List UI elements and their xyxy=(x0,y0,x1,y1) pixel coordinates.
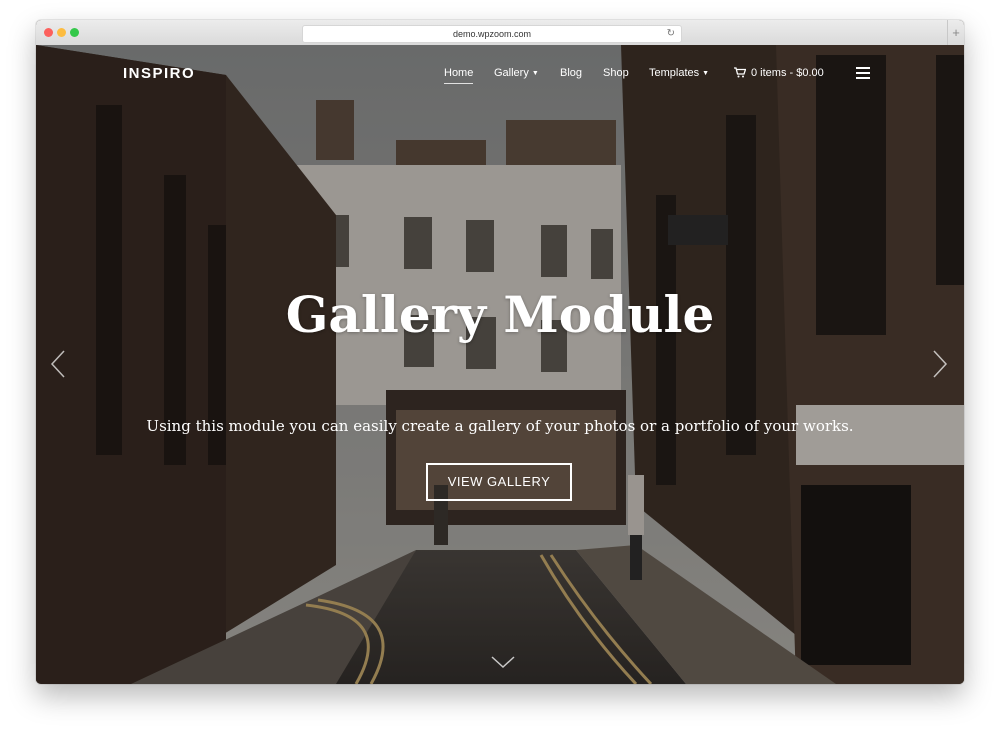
new-tab-button[interactable]: + xyxy=(947,20,964,45)
minimize-window-button[interactable] xyxy=(57,28,66,37)
hero-title: Gallery Module xyxy=(285,285,715,344)
nav-templates[interactable]: Templates ▼ xyxy=(649,67,709,79)
nav-cart[interactable]: 0 items - $0.00 xyxy=(734,67,824,79)
chevron-down-icon: ▼ xyxy=(531,70,539,77)
address-bar[interactable]: demo.wpzoom.com ↻ xyxy=(302,25,682,43)
browser-window: demo.wpzoom.com ↻ + INSPIRO Home Gallery… xyxy=(36,20,964,684)
zoom-window-button[interactable] xyxy=(70,28,79,37)
nav-gallery[interactable]: Gallery ▼ xyxy=(494,67,539,79)
chevron-down-icon[interactable] xyxy=(490,655,516,669)
cart-icon xyxy=(734,67,746,78)
hero-slider: INSPIRO Home Gallery ▼ Blog Shop Template… xyxy=(36,45,964,684)
nav-templates-label: Templates xyxy=(649,67,700,79)
chevron-left-icon[interactable] xyxy=(50,349,66,379)
nav-shop[interactable]: Shop xyxy=(603,67,629,79)
chevron-down-icon: ▼ xyxy=(702,70,710,77)
main-navigation: Home Gallery ▼ Blog Shop Templates ▼ 0 ite… xyxy=(36,67,964,84)
nav-blog[interactable]: Blog xyxy=(560,67,582,79)
nav-gallery-label: Gallery xyxy=(494,67,529,79)
view-gallery-button[interactable]: VIEW GALLERY xyxy=(426,463,572,501)
nav-home[interactable]: Home xyxy=(444,67,474,84)
hamburger-menu-icon[interactable] xyxy=(856,67,870,82)
browser-toolbar: demo.wpzoom.com ↻ + xyxy=(36,20,964,46)
close-window-button[interactable] xyxy=(44,28,53,37)
address-text: demo.wpzoom.com xyxy=(452,29,532,39)
hero-overlay xyxy=(36,45,964,684)
hero-subtitle: Using this module you can easily create … xyxy=(146,417,854,435)
reload-icon[interactable]: ↻ xyxy=(667,26,675,42)
chevron-right-icon[interactable] xyxy=(932,349,948,379)
cart-summary: 0 items - $0.00 xyxy=(751,67,824,79)
